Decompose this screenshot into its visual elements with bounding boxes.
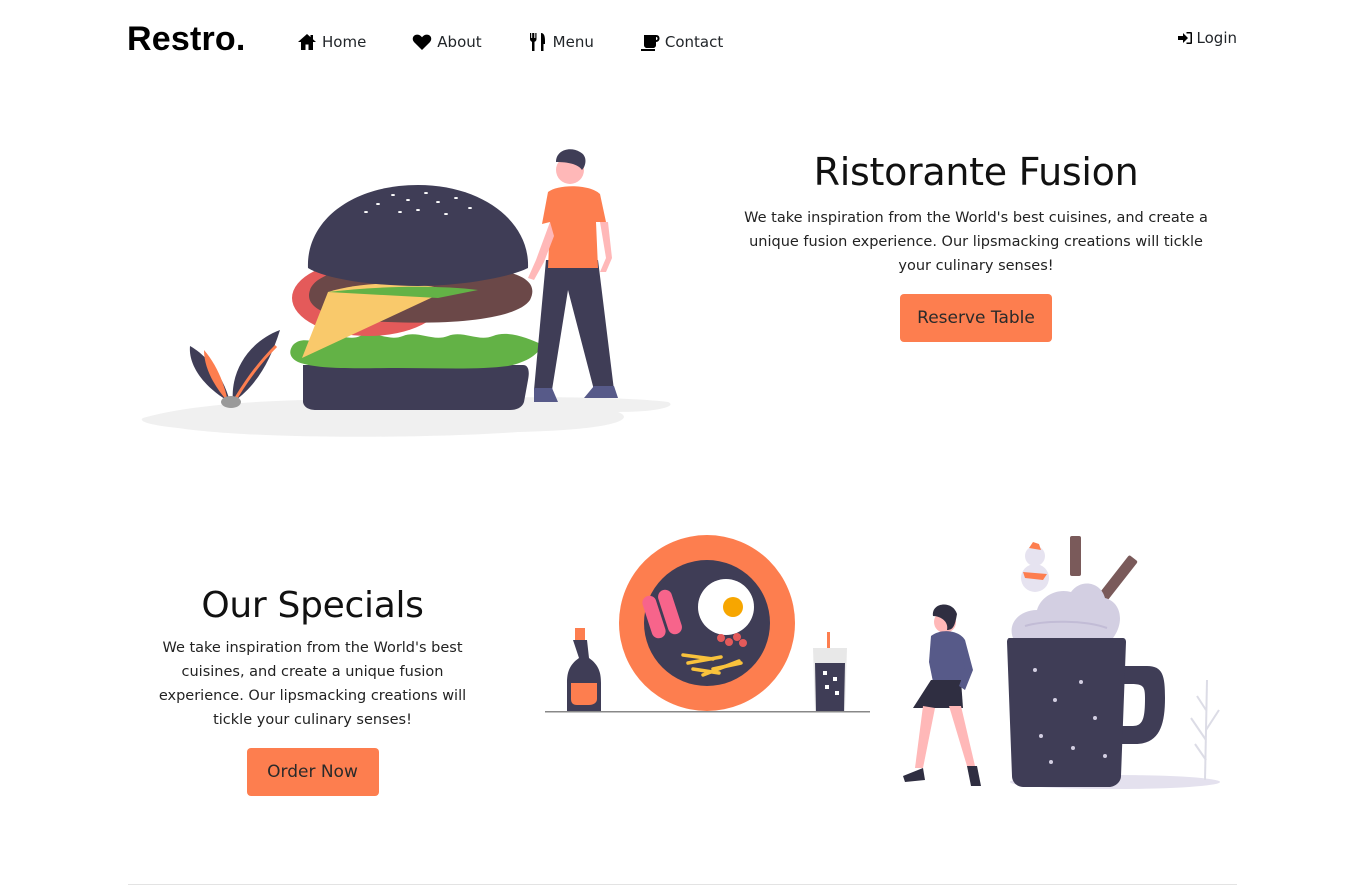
reserve-table-button[interactable]: Reserve Table [900,294,1052,342]
hero-title: Ristorante Fusion [813,150,1139,194]
login-label: Login [1196,29,1237,47]
navbar: Restro. Home About Menu Contact Login [0,0,1365,80]
hero-section: Ristorante Fusion We take inspiration fr… [735,150,1217,342]
login-link[interactable]: Login [1177,29,1237,47]
nav-item-menu[interactable]: Menu [528,32,594,52]
plate-illustration [543,533,873,718]
home-icon [297,32,317,52]
footer-divider [128,884,1237,885]
utensils-icon [528,32,548,52]
coffee-illustration [895,530,1225,795]
sign-in-icon [1177,30,1193,46]
order-now-button[interactable]: Order Now [246,748,379,796]
specials-section: Our Specials We take inspiration from th… [140,585,485,796]
nav-item-about[interactable]: About [412,32,482,52]
heart-icon [412,32,432,52]
burger-illustration [138,140,673,440]
nav-item-label: Contact [664,33,724,51]
brand-logo[interactable]: Restro. [127,20,246,59]
specials-description: We take inspiration from the World's bes… [158,640,467,728]
nav-item-label: About [437,33,482,51]
nav-item-label: Home [322,33,367,51]
main-nav: Home About Menu Contact [297,32,769,52]
nav-item-label: Menu [552,33,594,51]
nav-item-contact[interactable]: Contact [640,32,723,52]
specials-title: Our Specials [201,585,424,626]
hero-description: We take inspiration from the World's bes… [744,210,1208,274]
nav-item-home[interactable]: Home [297,32,366,52]
coffee-icon [640,32,660,52]
